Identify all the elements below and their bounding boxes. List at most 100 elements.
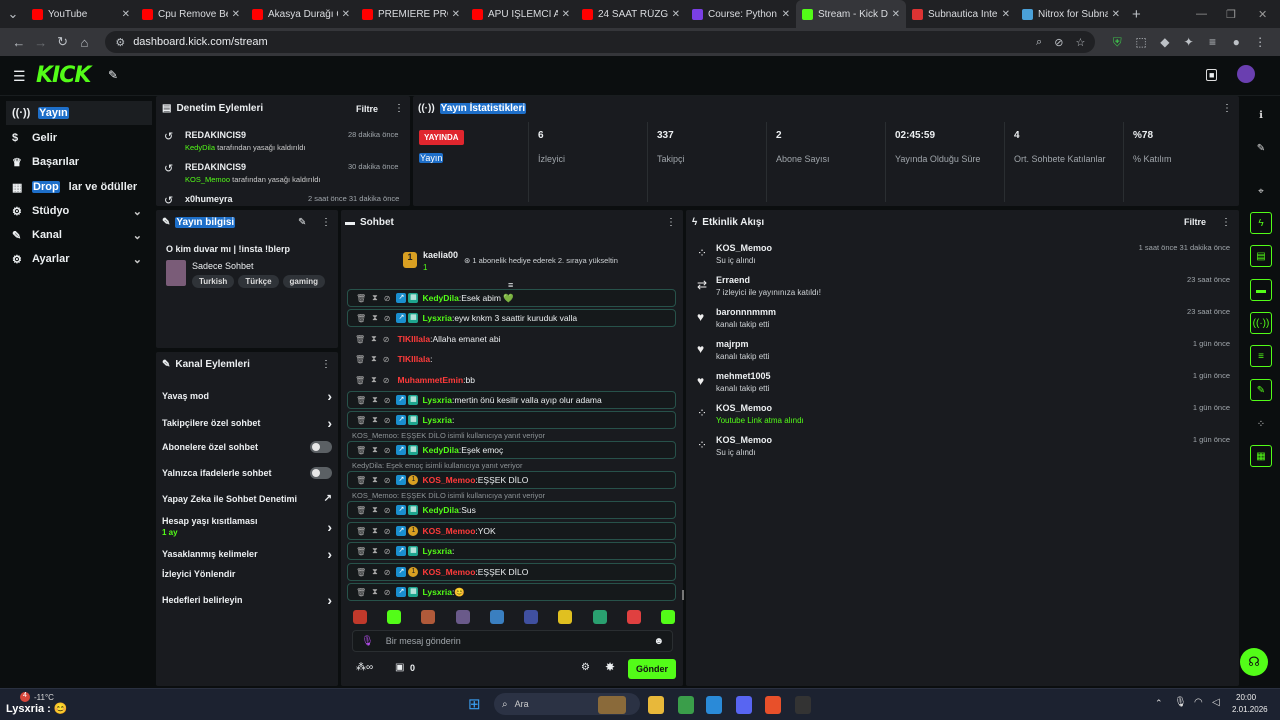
ban-icon[interactable]: ⊘ <box>383 376 390 385</box>
emote-icon[interactable] <box>660 610 675 624</box>
sidebar-item-yayin[interactable]: ((·)) Yayın <box>6 101 152 125</box>
timeout-icon[interactable]: ⧗ <box>371 334 377 344</box>
new-tab-button[interactable]: + <box>1132 6 1141 23</box>
sidebar-item-basarilar[interactable]: ♛ Başarılar <box>0 150 152 174</box>
emote-icon[interactable] <box>626 610 641 624</box>
timeout-icon[interactable]: ⧗ <box>372 395 378 405</box>
chat-username[interactable]: KedyDila <box>422 293 458 303</box>
timeout-icon[interactable]: ⧗ <box>372 505 378 515</box>
send-button[interactable]: Gönder <box>628 659 677 679</box>
channel-action-row[interactable]: Hesap yaşı kısıtlaması 1 ay › <box>156 516 338 537</box>
timeout-icon[interactable]: ⧗ <box>372 587 378 597</box>
chat-settings-icon[interactable]: ⚙ <box>581 662 590 673</box>
audit-target[interactable]: KOS_Memoo <box>185 175 230 184</box>
close-window-icon[interactable]: ✕ <box>1258 8 1267 21</box>
channel-action-row[interactable]: Yalnızca ifadelerle sohbet <box>156 467 338 479</box>
browser-tab[interactable]: Subnautica Intera ✕ <box>906 0 1016 28</box>
tab-close-icon[interactable]: ✕ <box>562 9 570 20</box>
emote-icon[interactable] <box>558 610 573 624</box>
brave-icon[interactable] <box>765 696 781 714</box>
document-icon[interactable]: ▤ <box>1250 245 1272 267</box>
timeout-icon[interactable]: ⧗ <box>372 475 378 485</box>
url-input[interactable]: ⚙ dashboard.kick.com/stream ⌕ ⊘ ☆ <box>105 31 1096 53</box>
ban-icon[interactable]: ⊘ <box>384 314 391 323</box>
kick-logo[interactable]: KICK <box>36 63 91 88</box>
tab-close-icon[interactable]: ✕ <box>452 9 460 20</box>
activity-menu-icon[interactable]: ⋮ <box>1221 217 1231 228</box>
chat-username[interactable]: KOS_Memoo <box>422 526 475 536</box>
puzzle-icon[interactable]: ✸ <box>605 660 615 674</box>
channel-action-row[interactable]: Takipçilere özel sohbet › <box>156 415 338 431</box>
browser-tab[interactable]: Nitrox for Subnau ✕ <box>1016 0 1126 28</box>
tab-close-icon[interactable]: ✕ <box>1112 9 1120 20</box>
shield-extension-icon[interactable]: ⛨ <box>1105 35 1129 50</box>
ban-icon[interactable]: ⊘ <box>384 446 391 455</box>
puzzle-icon[interactable]: ✦ <box>1177 35 1201 49</box>
browser-tab[interactable]: PREMIERE PRO H ✕ <box>356 0 466 28</box>
delete-icon[interactable]: 🗑 <box>356 476 366 485</box>
chat-username[interactable]: Lysxria <box>422 313 451 323</box>
toggle-switch[interactable] <box>310 441 332 453</box>
timeout-icon[interactable]: ⧗ <box>372 546 378 556</box>
user-avatar[interactable] <box>1237 65 1255 83</box>
delete-icon[interactable]: 🗑 <box>356 314 366 323</box>
delete-icon[interactable]: 🗑 <box>356 416 366 425</box>
emote-icon[interactable] <box>455 610 470 624</box>
dots-cluster-icon[interactable]: ⁘ <box>1250 413 1272 435</box>
audit-target[interactable]: KedyDila <box>185 143 215 152</box>
speaker-icon[interactable]: ◁ <box>1212 697 1220 708</box>
forward-icon[interactable]: → <box>30 35 52 50</box>
pinned-user[interactable]: kaelia00 <box>423 250 458 260</box>
menu-dots-icon[interactable]: ⋮ <box>1248 35 1272 49</box>
ban-icon[interactable]: ⊘ <box>383 335 390 344</box>
activity-name[interactable]: majrpm <box>716 339 1232 349</box>
chat-menu-icon[interactable]: ⋮ <box>666 217 676 228</box>
sidebar-item-gelir[interactable]: $ Gelir <box>0 126 152 150</box>
delete-icon[interactable]: 🗑 <box>356 396 366 405</box>
timeout-icon[interactable]: ⧗ <box>372 445 378 455</box>
tab-close-icon[interactable]: ✕ <box>122 9 130 20</box>
browser-tab[interactable]: APU İŞLEMCİ ALIN ✕ <box>466 0 576 28</box>
timeout-icon[interactable]: ⧗ <box>371 375 377 385</box>
back-icon[interactable]: ← <box>8 35 30 50</box>
sidebar-item-kanal[interactable]: ✎ Kanal ⌄ <box>0 223 152 247</box>
ban-icon[interactable]: ⊘ <box>384 294 391 303</box>
extension-icon[interactable]: ⬚ <box>1129 35 1153 49</box>
ban-icon[interactable]: ⊘ <box>383 355 390 364</box>
activity-name[interactable]: mehmet1005 <box>716 371 1232 381</box>
browser-tab[interactable]: Akasya Durağı Oy ✕ <box>246 0 356 28</box>
sidebar-item-ayarlar[interactable]: ⚙ Ayarlar ⌄ <box>0 247 152 271</box>
tab-close-icon[interactable]: ✕ <box>342 9 350 20</box>
activity-name[interactable]: KOS_Memoo <box>716 435 1232 445</box>
reload-icon[interactable]: ↻ <box>52 34 74 50</box>
browser-tab[interactable]: Stream - Kick Das ✕ <box>796 0 906 28</box>
profile-avatar[interactable]: ● <box>1224 35 1248 49</box>
browser-tab[interactable]: Cpu Remove Best ✕ <box>136 0 246 28</box>
tab-close-icon[interactable]: ✕ <box>892 9 900 20</box>
browser-tab[interactable]: YouTube ✕ <box>26 0 136 28</box>
browser-tab[interactable]: 24 SAAT RÜZGAR ✕ <box>576 0 686 28</box>
chat-username[interactable]: TIKIIIala <box>397 354 430 364</box>
mic-icon[interactable]: 🎙 <box>361 636 374 647</box>
diamond-extension-icon[interactable]: ◆ <box>1153 35 1177 49</box>
tray-chevron-icon[interactable]: ⌃ <box>1155 698 1163 709</box>
info-icon[interactable]: ℹ <box>1250 104 1272 126</box>
ban-icon[interactable]: ⊘ <box>384 547 391 556</box>
audit-user[interactable]: REDAKINCIS9 <box>185 130 246 140</box>
eye-off-icon[interactable]: ⊘ <box>1054 36 1063 49</box>
emoji-icon[interactable]: ☻ <box>653 636 664 647</box>
delete-icon[interactable]: 🗑 <box>356 547 366 556</box>
ban-icon[interactable]: ⊘ <box>384 396 391 405</box>
tab-search-icon[interactable]: ⌄ <box>0 6 26 22</box>
wrench-icon[interactable]: ✎ <box>108 68 118 82</box>
support-icon[interactable]: ☊ <box>1240 648 1268 676</box>
emote-icon[interactable] <box>421 610 436 624</box>
emote-icon[interactable] <box>387 610 402 624</box>
activity-name[interactable]: KOS_Memoo <box>716 403 1232 413</box>
timeout-icon[interactable]: ⧗ <box>372 526 378 536</box>
ban-icon[interactable]: ⊘ <box>384 476 391 485</box>
crosshair-icon[interactable]: ⌖ <box>1250 180 1272 202</box>
tab-close-icon[interactable]: ✕ <box>782 9 790 20</box>
zoom-icon[interactable]: ⌕ <box>1036 36 1042 49</box>
chat-scrollbar[interactable] <box>682 590 684 600</box>
